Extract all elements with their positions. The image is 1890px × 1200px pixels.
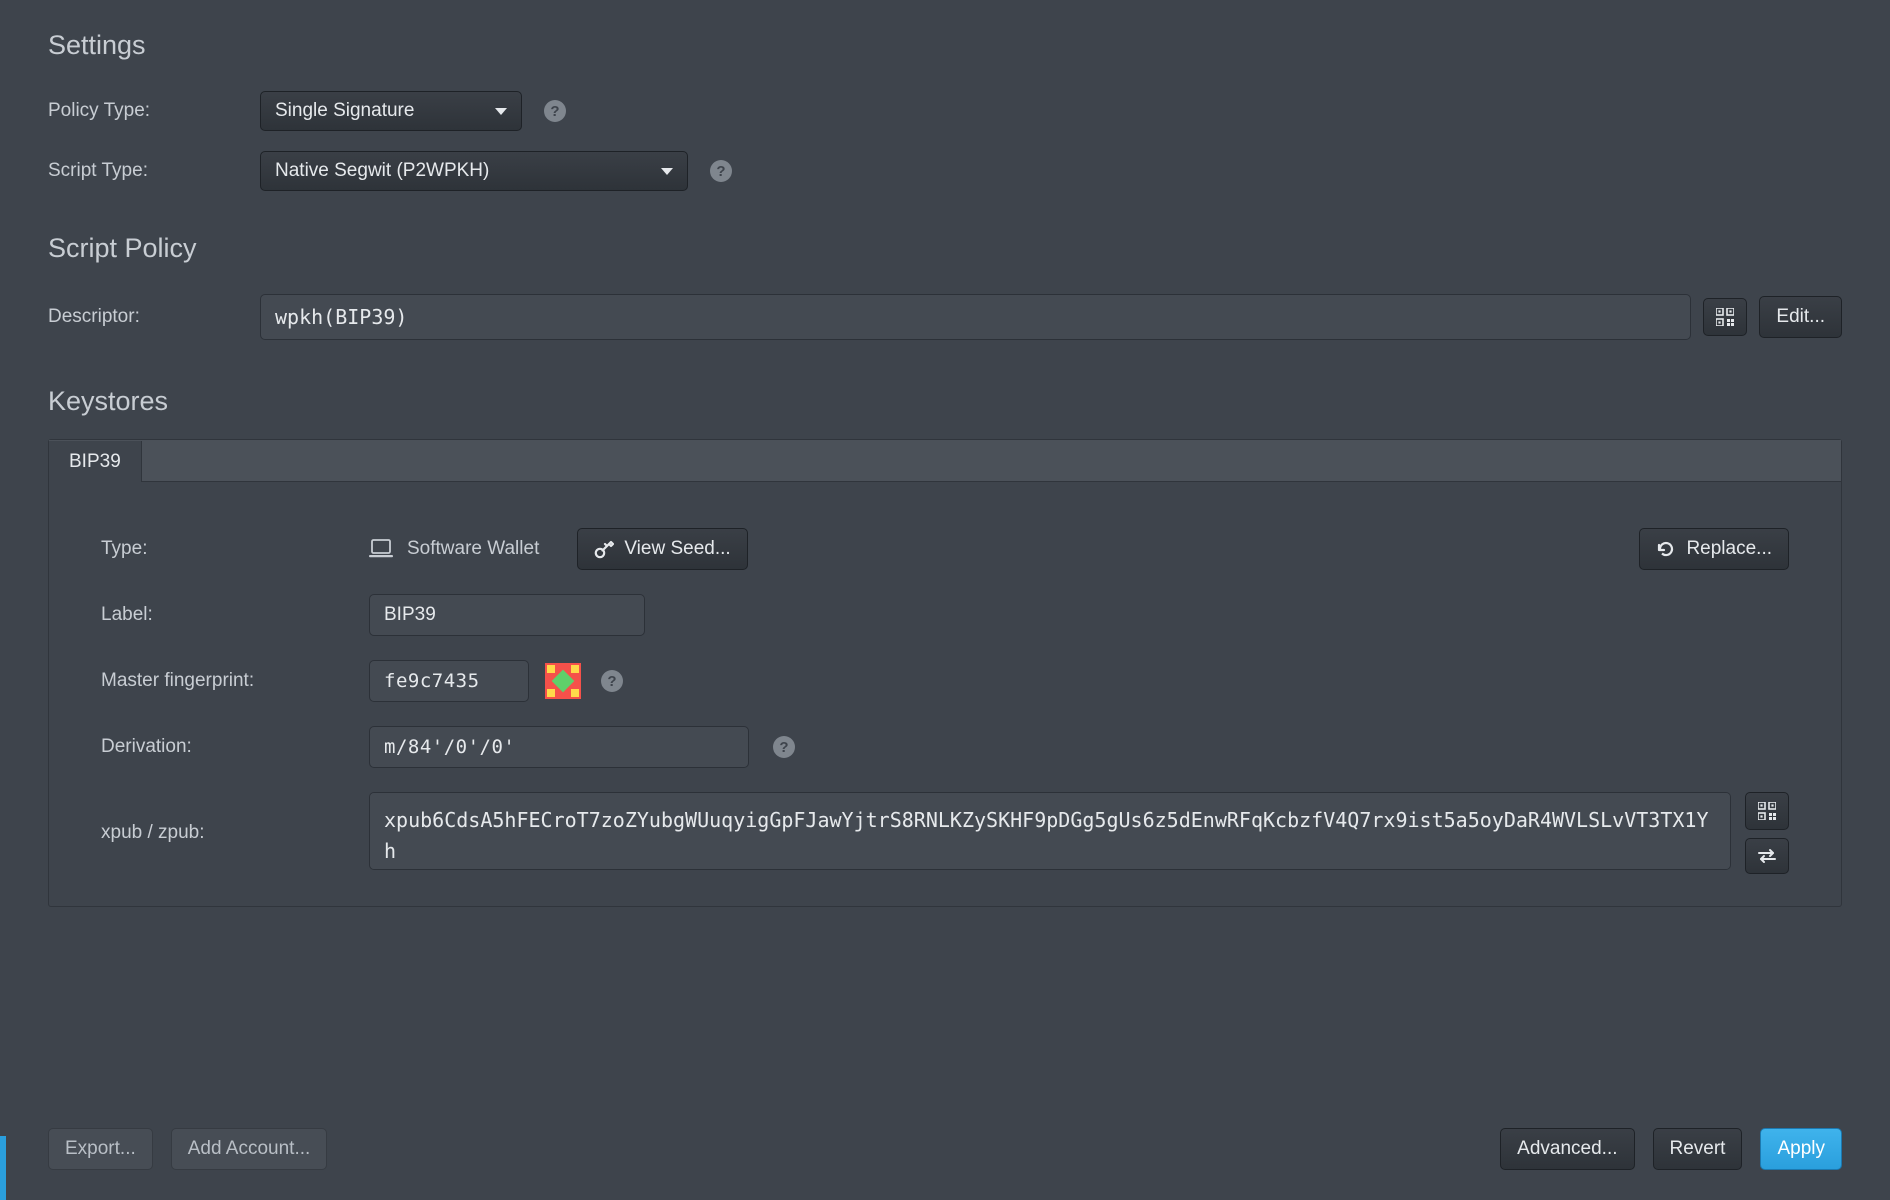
qr-icon	[1716, 308, 1734, 326]
xpub-qr-button[interactable]	[1745, 792, 1789, 830]
policy-type-value: Single Signature	[275, 100, 414, 122]
footer-bar: Export... Add Account... Advanced... Rev…	[48, 1128, 1842, 1170]
laptop-icon	[369, 539, 393, 559]
key-icon	[594, 539, 614, 559]
label-input[interactable]	[369, 594, 645, 636]
chevron-down-icon	[661, 168, 673, 175]
derivation-input[interactable]	[369, 726, 749, 768]
script-policy-heading: Script Policy	[48, 233, 1842, 264]
apply-label: Apply	[1777, 1138, 1825, 1160]
swap-arrows-icon	[1757, 848, 1777, 864]
replace-button[interactable]: Replace...	[1639, 528, 1789, 570]
xpub-label: xpub / zpub:	[101, 822, 369, 844]
view-seed-button[interactable]: View Seed...	[577, 528, 747, 570]
add-account-button[interactable]: Add Account...	[171, 1128, 328, 1170]
view-seed-label: View Seed...	[624, 538, 730, 560]
advanced-label: Advanced...	[1517, 1138, 1617, 1160]
undo-icon	[1656, 539, 1676, 559]
help-icon[interactable]: ?	[601, 670, 623, 692]
revert-label: Revert	[1670, 1138, 1726, 1160]
tab-bip39[interactable]: BIP39	[49, 441, 142, 482]
help-icon[interactable]: ?	[773, 736, 795, 758]
apply-button[interactable]: Apply	[1760, 1128, 1842, 1170]
keystores-panel: BIP39 Type: Software Wallet View Seed...	[48, 439, 1842, 907]
export-label: Export...	[65, 1138, 136, 1160]
script-type-label: Script Type:	[48, 160, 260, 182]
edit-label: Edit...	[1776, 306, 1825, 328]
type-value: Software Wallet	[407, 538, 539, 560]
advanced-button[interactable]: Advanced...	[1500, 1128, 1634, 1170]
policy-type-label: Policy Type:	[48, 100, 260, 122]
descriptor-label: Descriptor:	[48, 306, 260, 328]
fingerprint-label: Master fingerprint:	[101, 670, 369, 692]
edit-descriptor-button[interactable]: Edit...	[1759, 296, 1842, 338]
descriptor-input[interactable]	[260, 294, 1691, 340]
script-type-select[interactable]: Native Segwit (P2WPKH)	[260, 151, 688, 191]
help-icon[interactable]: ?	[544, 100, 566, 122]
chevron-down-icon	[495, 108, 507, 115]
descriptor-qr-button[interactable]	[1703, 298, 1747, 336]
fingerprint-identicon	[545, 663, 581, 699]
label-label: Label:	[101, 604, 369, 626]
xpub-input[interactable]	[369, 792, 1731, 870]
help-icon[interactable]: ?	[710, 160, 732, 182]
left-accent-bar	[0, 1136, 6, 1200]
fingerprint-input[interactable]	[369, 660, 529, 702]
script-type-value: Native Segwit (P2WPKH)	[275, 160, 489, 182]
policy-type-select[interactable]: Single Signature	[260, 91, 522, 131]
settings-heading: Settings	[48, 30, 1842, 61]
keystore-tabs: BIP39	[49, 440, 1841, 482]
export-button[interactable]: Export...	[48, 1128, 153, 1170]
derivation-label: Derivation:	[101, 736, 369, 758]
replace-label: Replace...	[1686, 538, 1772, 560]
qr-icon	[1758, 802, 1776, 820]
xpub-swap-button[interactable]	[1745, 838, 1789, 874]
add-account-label: Add Account...	[188, 1138, 311, 1160]
keystores-heading: Keystores	[48, 386, 1842, 417]
tab-label: BIP39	[69, 451, 121, 472]
revert-button[interactable]: Revert	[1653, 1128, 1743, 1170]
type-label: Type:	[101, 538, 369, 560]
